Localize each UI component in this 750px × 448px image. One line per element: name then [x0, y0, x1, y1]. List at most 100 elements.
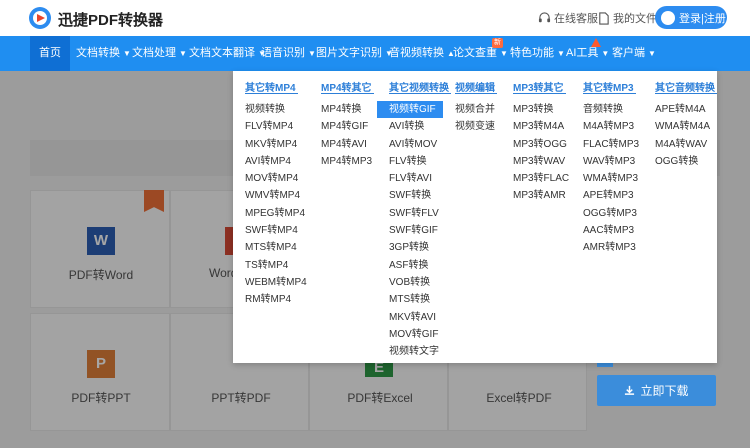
dropdown-menu-item[interactable]: MKV转MP4 — [245, 136, 307, 153]
ai-hot-icon — [591, 38, 601, 47]
nav-item-features[interactable]: 特色功能 ▼ — [510, 36, 565, 71]
new-badge: 新 — [492, 38, 503, 48]
dropdown-menu-item[interactable]: M4A转MP3 — [583, 118, 639, 135]
dropdown-column-title: 其它视频转换 — [389, 79, 451, 94]
dropdown-menu-item[interactable]: 视频合并 — [455, 101, 497, 118]
nav-item-doc-convert[interactable]: 文档转换 ▼ — [76, 36, 131, 71]
dropdown-menu-item[interactable]: AVI转MP4 — [245, 153, 307, 170]
nav-label: 图片文字识别 — [316, 47, 382, 59]
dropdown-menu-item[interactable]: APE转M4A — [655, 101, 717, 118]
my-files-label: 我的文件 — [613, 13, 657, 25]
dropdown-menu-item[interactable]: MP3转OGG — [513, 136, 569, 153]
dropdown-menu-item[interactable]: OGG转MP3 — [583, 205, 639, 222]
dropdown-column: MP3转其它 MP3转换 MP3转M4A MP3转OGG MP3转WAV MP3转FLAC… — [513, 79, 569, 205]
dropdown-column-title: MP3转其它 — [513, 79, 566, 94]
dropdown-menu-item[interactable]: MPEG转MP4 — [245, 205, 307, 222]
chevron-down-icon: ▼ — [179, 49, 187, 58]
dropdown-menu-item[interactable]: AVI转MOV — [389, 136, 451, 153]
app-logo-icon[interactable] — [28, 6, 52, 30]
nav-label: 文档文本翻译 — [189, 47, 255, 59]
dropdown-menu-item[interactable]: ASF转换 — [389, 257, 451, 274]
dropdown-menu-item[interactable]: FLAC转MP3 — [583, 136, 639, 153]
login-label: 登录|注册 — [679, 12, 726, 25]
dropdown-menu-item[interactable]: MP3转WAV — [513, 153, 569, 170]
dropdown-menu-item[interactable]: AMR转MP3 — [583, 239, 639, 256]
dropdown-menu-item[interactable]: 视频转文字 — [389, 343, 451, 360]
download-label: 立即下载 — [640, 384, 689, 398]
dropdown-menu-item[interactable]: 视频转换 — [245, 101, 307, 118]
main-nav: 首页 文档转换 ▼ 文档处理 ▼ 文档文本翻译 ▼ 语音识别 ▼ 图片文字识别 ▼ 音视频… — [0, 36, 750, 71]
login-register-button[interactable]: 登录|注册 — [655, 6, 727, 29]
dropdown-menu-item[interactable]: 3GP转换 — [389, 239, 451, 256]
nav-label: 音视频转换 — [389, 47, 444, 59]
dropdown-menu-item[interactable]: MKV转AVI — [389, 309, 451, 326]
dropdown-menu-item[interactable]: 视频变速 — [455, 118, 497, 135]
dropdown-menu-item[interactable]: WMA转MP3 — [583, 170, 639, 187]
my-files-link[interactable]: 我的文件 — [597, 10, 657, 26]
dropdown-menu-item[interactable]: MP3转换 — [513, 101, 569, 118]
chevron-down-icon: ▼ — [601, 49, 610, 58]
dropdown-menu-item[interactable]: FLV转MP4 — [245, 118, 307, 135]
chevron-down-icon: ▼ — [308, 49, 316, 58]
nav-item-ocr[interactable]: 图片文字识别 ▼ — [316, 36, 393, 71]
dropdown-column-title: 其它转MP3 — [583, 79, 636, 94]
chevron-down-icon: ▼ — [123, 49, 131, 58]
dropdown-menu-item[interactable]: WMV转MP4 — [245, 187, 307, 204]
dropdown-menu-item[interactable]: SWF转FLV — [389, 205, 451, 222]
dropdown-menu-item[interactable]: TS转MP4 — [245, 257, 307, 274]
dropdown-column: 视频编辑 视频合并 视频变速 — [455, 79, 497, 136]
dropdown-menu-item[interactable]: SWF转MP4 — [245, 222, 307, 239]
nav-label: 客户端 — [612, 47, 645, 59]
dropdown-menu-item[interactable]: WEBM转MP4 — [245, 274, 307, 291]
nav-label: 语音识别 — [261, 47, 305, 59]
dropdown-column-title: MP4转其它 — [321, 79, 374, 94]
dropdown-menu-item[interactable]: MP4转GIF — [321, 118, 374, 135]
dropdown-menu-item[interactable]: AVI转换 — [389, 118, 451, 135]
dropdown-menu-item[interactable]: 音频转换 — [583, 101, 639, 118]
dropdown-menu-item[interactable]: MOV转GIF — [389, 326, 451, 343]
brand-name[interactable]: 迅捷PDF转换器 — [58, 9, 163, 30]
file-icon — [599, 11, 609, 25]
dropdown-menu-item[interactable]: 视频转GIF — [377, 101, 443, 119]
dropdown-menu-item[interactable]: WMA转M4A — [655, 118, 717, 135]
dropdown-menu-item[interactable]: MP3转M4A — [513, 118, 569, 135]
online-service-link[interactable]: 在线客服 — [538, 10, 598, 26]
dropdown-menu-item[interactable]: MTS转MP4 — [245, 239, 307, 256]
download-icon — [625, 385, 635, 395]
dropdown-menu-item[interactable]: AAC转MP3 — [583, 222, 639, 239]
nav-item-home[interactable]: 首页 — [30, 36, 70, 71]
nav-item-translate[interactable]: 文档文本翻译 ▼ — [189, 36, 266, 71]
nav-item-doc-process[interactable]: 文档处理 ▼ — [132, 36, 187, 71]
dropdown-menu-item[interactable]: MP3转FLAC — [513, 170, 569, 187]
dropdown-menu-item[interactable]: MTS转换 — [389, 291, 451, 308]
nav-label: 文档转换 — [76, 47, 120, 59]
nav-label: 首页 — [39, 47, 61, 59]
dropdown-menu-item[interactable]: MP4转AVI — [321, 136, 374, 153]
nav-label: 特色功能 — [510, 47, 554, 59]
dropdown-menu-item[interactable]: MOV转MP4 — [245, 170, 307, 187]
dropdown-menu-item[interactable]: FLV转AVI — [389, 170, 451, 187]
dropdown-menu-item[interactable]: MP3转AMR — [513, 187, 569, 204]
dropdown-menu-item[interactable]: MP4转MP3 — [321, 153, 374, 170]
dropdown-menu-item[interactable]: RM转MP4 — [245, 291, 307, 308]
dropdown-menu-item[interactable]: MP4转换 — [321, 101, 374, 118]
dropdown-menu-item[interactable]: OGG转换 — [655, 153, 717, 170]
dropdown-menu-item[interactable]: SWF转GIF — [389, 222, 451, 239]
dropdown-menu-item[interactable]: WAV转MP3 — [583, 153, 639, 170]
online-service-label: 在线客服 — [554, 13, 598, 25]
nav-item-av-convert[interactable]: 音视频转换 ▲ — [389, 36, 455, 71]
dropdown-menu-item[interactable]: M4A转WAV — [655, 136, 717, 153]
download-button[interactable]: 立即下载 — [597, 375, 716, 406]
nav-item-client[interactable]: 客户端 ▼ — [612, 36, 656, 71]
nav-item-speech[interactable]: 语音识别 ▼ — [261, 36, 316, 71]
dropdown-menu-item[interactable]: SWF转换 — [389, 187, 451, 204]
nav-item-ai-tools[interactable]: AI工具 ▼ — [566, 36, 609, 71]
dropdown-menu-item[interactable]: VOB转换 — [389, 274, 451, 291]
nav-label: 论文查重 — [453, 47, 497, 59]
chevron-down-icon: ▼ — [557, 49, 565, 58]
dropdown-column-title: 其它音频转换 — [655, 79, 717, 94]
dropdown-menu-item[interactable]: FLV转换 — [389, 153, 451, 170]
dropdown-menu-item[interactable]: APE转MP3 — [583, 187, 639, 204]
nav-label: 文档处理 — [132, 47, 176, 59]
dropdown-column-title: 其它转MP4 — [245, 79, 298, 94]
